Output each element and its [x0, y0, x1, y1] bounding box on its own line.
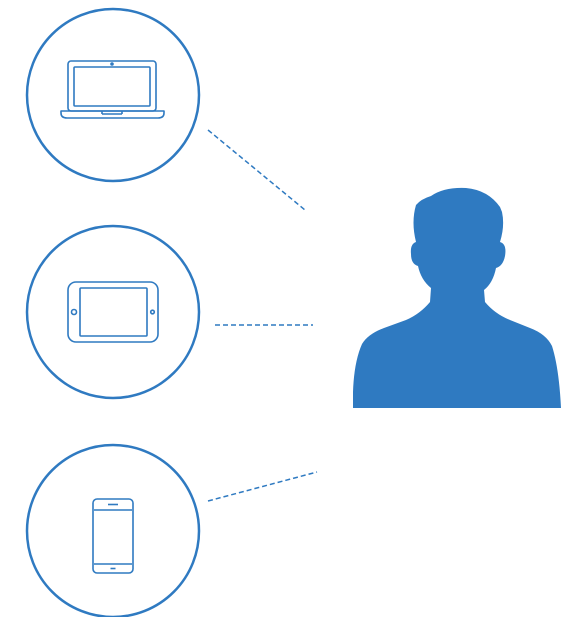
- device-laptop: [25, 7, 201, 183]
- device-circle: [25, 224, 201, 400]
- connector-phone-user: [207, 471, 318, 502]
- device-user-diagram: [0, 0, 563, 617]
- device-tablet: [25, 224, 201, 400]
- device-smartphone: [25, 443, 201, 617]
- tablet-icon: [67, 281, 159, 343]
- smartphone-icon: [92, 498, 134, 574]
- device-circle: [25, 7, 201, 183]
- laptop-icon: [60, 60, 165, 119]
- connectors: [207, 129, 318, 502]
- device-circle: [25, 443, 201, 617]
- user-silhouette-icon: [353, 187, 561, 408]
- connector-laptop-user: [207, 129, 306, 211]
- diagram-svg: [25, 7, 561, 617]
